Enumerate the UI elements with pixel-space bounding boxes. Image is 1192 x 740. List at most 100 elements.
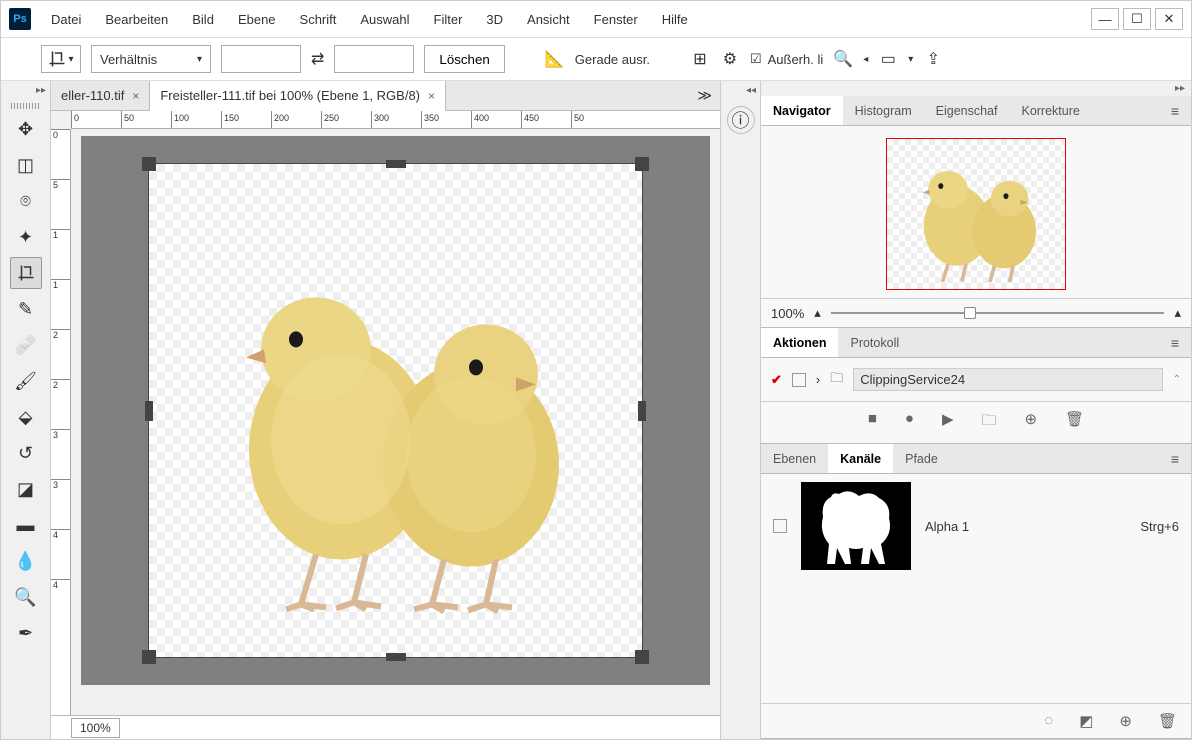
panel-menu-icon[interactable]: ≡	[1159, 96, 1191, 125]
menu-select[interactable]: Auswahl	[360, 12, 409, 27]
document-tabs: eller-110.tif× Freisteller-111.tif bei 1…	[51, 81, 720, 111]
toolbar-collapse-icon[interactable]: ▸▸	[1, 85, 50, 101]
tab-properties[interactable]: Eigenschaf	[924, 96, 1010, 125]
menu-file[interactable]: Datei	[51, 12, 81, 27]
menu-view[interactable]: Ansicht	[527, 12, 570, 27]
stamp-tool[interactable]: ⬙	[10, 401, 42, 433]
tab-channels[interactable]: Kanäle	[828, 444, 893, 473]
channel-row[interactable]: Alpha 1 Strg+6	[761, 474, 1191, 578]
panel-menu-icon[interactable]: ≡	[1159, 444, 1191, 473]
menu-edit[interactable]: Bearbeiten	[105, 12, 168, 27]
checkmark-icon[interactable]: ✔	[771, 372, 782, 388]
marquee-tool[interactable]: ◫	[10, 149, 42, 181]
doc-tab-1[interactable]: eller-110.tif×	[51, 81, 150, 111]
artboard[interactable]	[148, 163, 643, 658]
zoom-in-icon[interactable]: ▴	[1174, 305, 1181, 321]
clear-button[interactable]: Löschen	[424, 45, 504, 73]
ruler-vertical: 0511223344	[51, 129, 71, 715]
magic-wand-tool[interactable]: ✦	[10, 221, 42, 253]
doc-tab-2[interactable]: Freisteller-111.tif bei 100% (Ebene 1, R…	[150, 81, 446, 111]
crop-handle[interactable]	[142, 157, 156, 171]
new-channel-icon[interactable]: ⊕	[1119, 712, 1132, 730]
menu-type[interactable]: Schrift	[300, 12, 337, 27]
stop-icon[interactable]: ■	[868, 410, 877, 435]
menu-image[interactable]: Bild	[192, 12, 214, 27]
crop-handle[interactable]	[386, 653, 406, 661]
panel-menu-icon[interactable]: ≡	[1159, 328, 1191, 357]
new-set-icon[interactable]: 🗀	[982, 410, 997, 435]
swap-icon[interactable]: ⇄	[311, 49, 324, 69]
tab-history[interactable]: Protokoll	[838, 328, 911, 357]
menu-3d[interactable]: 3D	[486, 12, 503, 27]
record-icon[interactable]: ●	[905, 410, 914, 435]
history-brush-tool[interactable]: ↺	[10, 437, 42, 469]
tab-paths[interactable]: Pfade	[893, 444, 950, 473]
healing-tool[interactable]: 🩹	[10, 329, 42, 361]
menu-filter[interactable]: Filter	[434, 12, 463, 27]
navigator-thumbnail[interactable]	[886, 138, 1066, 290]
action-buttons: ■ ● ▶ 🗀 ⊕ 🗑	[761, 401, 1191, 443]
width-input[interactable]	[221, 45, 301, 73]
tab-overflow-icon[interactable]: ≫	[689, 87, 720, 104]
eraser-tool[interactable]: ◪	[10, 473, 42, 505]
frame-icon[interactable]: ▭	[878, 49, 898, 69]
blur-tool[interactable]: 💧	[10, 545, 42, 577]
share-icon[interactable]: ⇪	[923, 49, 943, 69]
trash-icon[interactable]: 🗑	[1158, 712, 1177, 730]
zoom-field[interactable]: 100%	[71, 718, 120, 738]
close-icon[interactable]: ×	[428, 89, 435, 103]
crop-tool[interactable]	[10, 257, 42, 289]
menu-window[interactable]: Fenster	[594, 12, 638, 27]
tab-navigator[interactable]: Navigator	[761, 96, 843, 125]
move-tool[interactable]: ✥	[10, 113, 42, 145]
crop-tool-preset[interactable]: ▾	[41, 45, 81, 73]
panels-collapse-icon[interactable]: ▸▸	[761, 81, 1191, 96]
play-icon[interactable]: ▶	[942, 410, 954, 435]
visibility-toggle[interactable]	[773, 519, 787, 533]
gradient-tool[interactable]: ▬	[10, 509, 42, 541]
maximize-button[interactable]: ☐	[1123, 8, 1151, 30]
height-input[interactable]	[334, 45, 414, 73]
zoom-out-icon[interactable]: ▴	[814, 305, 821, 321]
dodge-tool[interactable]: 🔍	[10, 581, 42, 613]
crop-handle[interactable]	[638, 401, 646, 421]
save-selection-icon[interactable]: ◩	[1079, 712, 1093, 730]
crop-handle[interactable]	[635, 157, 649, 171]
ratio-select[interactable]: Verhältnis▾	[91, 45, 211, 73]
crop-handle[interactable]	[142, 650, 156, 664]
straighten-icon[interactable]: 📐	[545, 49, 565, 69]
navigator-panel: Navigator Histogram Eigenschaf Korrektur…	[761, 96, 1191, 328]
load-selection-icon[interactable]: ◌	[1044, 712, 1053, 730]
dialog-toggle[interactable]	[792, 373, 806, 387]
expand-icon[interactable]: ›	[816, 372, 820, 387]
grid-icon[interactable]: ⊞	[690, 49, 710, 69]
collapse-icon[interactable]: ◂◂	[746, 85, 760, 96]
menu-help[interactable]: Hilfe	[662, 12, 688, 27]
info-icon[interactable]: ⓘ	[727, 106, 755, 134]
search-icon[interactable]: 🔍	[833, 49, 853, 69]
tab-actions[interactable]: Aktionen	[761, 328, 838, 357]
close-icon[interactable]: ×	[132, 89, 139, 103]
minimize-button[interactable]: —	[1091, 8, 1119, 30]
action-set-row[interactable]: ✔ › 🗀 ClippingService24 ⌃	[761, 364, 1191, 395]
eyedropper-tool[interactable]: ✎	[10, 293, 42, 325]
tab-histogram[interactable]: Histogram	[843, 96, 924, 125]
scroll-up-icon[interactable]: ⌃	[1173, 374, 1181, 385]
crop-handle[interactable]	[386, 160, 406, 168]
pen-tool[interactable]: ✒	[10, 617, 42, 649]
window-buttons: — ☐ ✕	[1091, 8, 1183, 30]
crop-handle[interactable]	[635, 650, 649, 664]
menu-layer[interactable]: Ebene	[238, 12, 276, 27]
trash-icon[interactable]: 🗑	[1065, 410, 1084, 435]
crop-handle[interactable]	[145, 401, 153, 421]
delete-outside-checkbox[interactable]: ☑Außerh. li	[750, 51, 823, 67]
tab-layers[interactable]: Ebenen	[761, 444, 828, 473]
close-button[interactable]: ✕	[1155, 8, 1183, 30]
new-action-icon[interactable]: ⊕	[1025, 410, 1038, 435]
brush-tool[interactable]: 🖌	[10, 365, 42, 397]
canvas[interactable]	[81, 136, 710, 685]
zoom-slider[interactable]	[831, 312, 1165, 314]
tab-adjustments[interactable]: Korrekture	[1009, 96, 1091, 125]
lasso-tool[interactable]: ⌾	[10, 185, 42, 217]
gear-icon[interactable]: ⚙	[720, 49, 740, 69]
